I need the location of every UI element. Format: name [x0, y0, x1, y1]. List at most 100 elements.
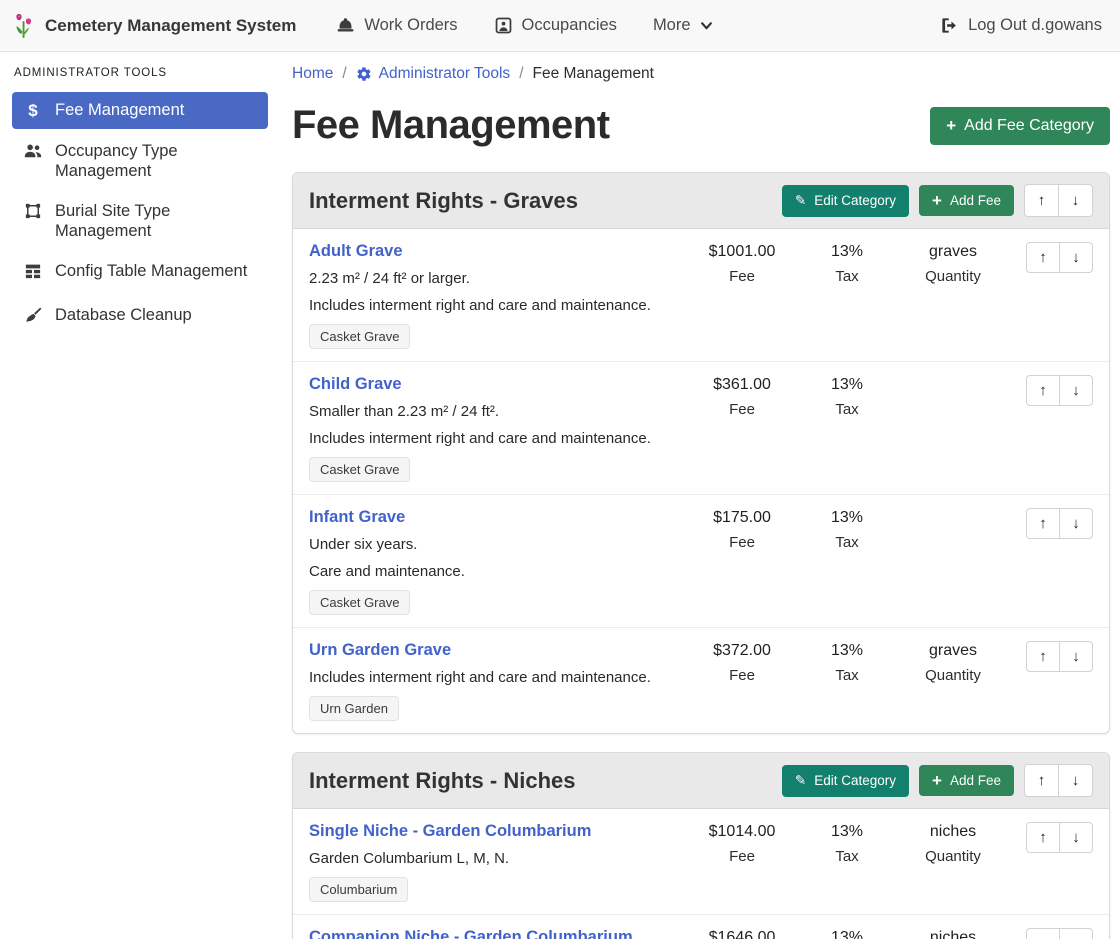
fee-name-link[interactable]: Adult Grave	[309, 242, 403, 261]
sidebar-item-burial-site-type-management[interactable]: Burial Site Type Management	[12, 193, 268, 249]
fee-description: Includes interment right and care and ma…	[309, 669, 687, 686]
fee-description: 2.23 m² / 24 ft² or larger.	[309, 270, 687, 287]
move-down-button[interactable]: ↓	[1058, 184, 1093, 217]
fee-description: Garden Columbarium L, M, N.	[309, 850, 687, 867]
fee-description: Care and maintenance.	[309, 563, 687, 580]
tax-column: 13%Tax	[797, 822, 897, 865]
reorder-fee: ↑↓	[1026, 375, 1093, 406]
move-down-button[interactable]: ↓	[1059, 641, 1093, 672]
fee-reorder-controls: ↑↓	[1021, 242, 1093, 273]
nav-item-occupancies[interactable]: Occupancies	[494, 16, 617, 35]
move-down-button[interactable]: ↓	[1058, 764, 1093, 797]
nav-item-more[interactable]: More	[653, 16, 713, 35]
tax-column: 13%Tax	[797, 641, 897, 684]
quantity-column: gravesQuantity	[897, 242, 1009, 285]
fee-reorder-controls: ↑↓	[1021, 641, 1093, 672]
fee-amount-value: $175.00	[687, 509, 797, 527]
tax-column: 13%Tax	[797, 242, 897, 285]
nav-item-work-orders[interactable]: Work Orders	[336, 16, 457, 35]
sidebar-heading: ADMINISTRATOR TOOLS	[14, 67, 268, 79]
fee-name-link[interactable]: Urn Garden Grave	[309, 641, 451, 660]
chevron-down-icon	[700, 19, 713, 32]
move-down-button[interactable]: ↓	[1059, 928, 1093, 939]
move-down-button[interactable]: ↓	[1059, 508, 1093, 539]
pencil-icon: ✎	[795, 773, 806, 789]
tax-label: Tax	[797, 848, 897, 865]
move-up-button[interactable]: ↑	[1026, 375, 1060, 406]
quantity-column: gravesQuantity	[897, 641, 1009, 684]
fee-reorder-controls: ↑↓	[1021, 822, 1093, 853]
quantity-value: niches	[897, 823, 1009, 841]
fee-amount-label: Fee	[687, 848, 797, 865]
fee-amount-value: $1014.00	[687, 823, 797, 841]
logout-button[interactable]: Log Out d.gowans	[940, 16, 1102, 35]
breadcrumb-separator: /	[519, 65, 523, 83]
category-title: Interment Rights - Niches	[309, 768, 782, 794]
move-up-button[interactable]: ↑	[1026, 508, 1060, 539]
breadcrumb-separator: /	[342, 65, 346, 83]
fee-type-badge: Casket Grave	[309, 590, 410, 615]
sidebar-item-database-cleanup[interactable]: Database Cleanup	[12, 297, 268, 338]
category-header: Interment Rights - Graves✎Edit Category +…	[293, 173, 1109, 229]
dollar-icon: $	[22, 100, 44, 121]
move-up-button[interactable]: ↑	[1024, 764, 1059, 797]
fee-name-link[interactable]: Companion Niche - Garden Columbarium	[309, 928, 633, 939]
fee-name-link[interactable]: Infant Grave	[309, 508, 405, 527]
tax-column: 13%Tax	[797, 375, 897, 418]
occupant-frame-icon	[494, 16, 513, 35]
quantity-label: Quantity	[897, 667, 1009, 684]
plus-icon: +	[932, 774, 942, 788]
fee-type-badge: Urn Garden	[309, 696, 399, 721]
title-row: Fee Management + Add Fee Category	[292, 103, 1110, 148]
fee-name-link[interactable]: Child Grave	[309, 375, 402, 394]
fee-reorder-controls: ↑↓	[1021, 928, 1093, 939]
edit-category-button[interactable]: ✎Edit Category	[782, 185, 909, 217]
sidebar-item-label: Config Table Management	[55, 261, 247, 281]
category-title: Interment Rights - Graves	[309, 188, 782, 214]
move-up-button[interactable]: ↑	[1024, 184, 1059, 217]
move-down-button[interactable]: ↓	[1059, 242, 1093, 273]
move-down-button[interactable]: ↓	[1059, 375, 1093, 406]
fee-amount-value: $1001.00	[687, 243, 797, 261]
move-up-button[interactable]: ↑	[1026, 928, 1060, 939]
sidebar-item-fee-management[interactable]: $ Fee Management	[12, 92, 268, 129]
fee-row: Urn Garden Grave Includes interment right…	[293, 628, 1109, 733]
fee-name-link[interactable]: Single Niche - Garden Columbarium	[309, 822, 591, 841]
add-fee-button[interactable]: +Add Fee	[919, 185, 1014, 216]
breadcrumb-admin-tools-link[interactable]: Administrator Tools	[356, 65, 511, 83]
add-fee-category-label: Add Fee Category	[964, 117, 1094, 135]
fee-description: Includes interment right and care and ma…	[309, 430, 687, 447]
sidebar: ADMINISTRATOR TOOLS $ Fee Management Occ…	[0, 52, 280, 342]
tax-column: 13%Tax	[797, 508, 897, 551]
fee-row: Child GraveSmaller than 2.23 m² / 24 ft²…	[293, 362, 1109, 495]
fee-description: Includes interment right and care and ma…	[309, 297, 687, 314]
breadcrumb-home-link[interactable]: Home	[292, 65, 333, 83]
fee-row-main: Infant GraveUnder six years.Care and mai…	[309, 508, 687, 615]
move-up-button[interactable]: ↑	[1026, 242, 1060, 273]
fee-amount-label: Fee	[687, 268, 797, 285]
add-fee-button[interactable]: +Add Fee	[919, 765, 1014, 796]
fee-amount-column: $1001.00 Fee	[687, 242, 797, 285]
fee-row: Single Niche - Garden Columbarium Garden …	[293, 809, 1109, 915]
move-up-button[interactable]: ↑	[1026, 641, 1060, 672]
fee-amount-column: $1014.00 Fee	[687, 822, 797, 865]
nav-links: Work Orders Occupancies More	[336, 16, 712, 35]
quantity-column: nichesQuantity	[897, 928, 1009, 939]
edit-category-button[interactable]: ✎Edit Category	[782, 765, 909, 797]
sidebar-item-label: Occupancy Type Management	[55, 141, 258, 181]
fee-amount-label: Fee	[687, 534, 797, 551]
move-up-button[interactable]: ↑	[1026, 822, 1060, 853]
plus-icon: +	[932, 194, 942, 208]
fee-row: Companion Niche - Garden ColumbariumGard…	[293, 915, 1109, 939]
nav-item-label: Work Orders	[364, 16, 457, 35]
edit-category-label: Edit Category	[814, 193, 896, 208]
sidebar-item-occupancy-type-management[interactable]: Occupancy Type Management	[12, 133, 268, 189]
move-down-button[interactable]: ↓	[1059, 822, 1093, 853]
brand-home-link[interactable]: Cemetery Management System	[12, 12, 296, 40]
fee-amount-column: $1646.00Fee	[687, 928, 797, 939]
add-fee-category-button[interactable]: + Add Fee Category	[930, 107, 1110, 145]
fee-amount-label: Fee	[687, 667, 797, 684]
fee-row: Adult Grave 2.23 m² / 24 ft² or larger. In…	[293, 229, 1109, 362]
fee-amount-value: $372.00	[687, 642, 797, 660]
sidebar-item-config-table-management[interactable]: Config Table Management	[12, 253, 268, 293]
